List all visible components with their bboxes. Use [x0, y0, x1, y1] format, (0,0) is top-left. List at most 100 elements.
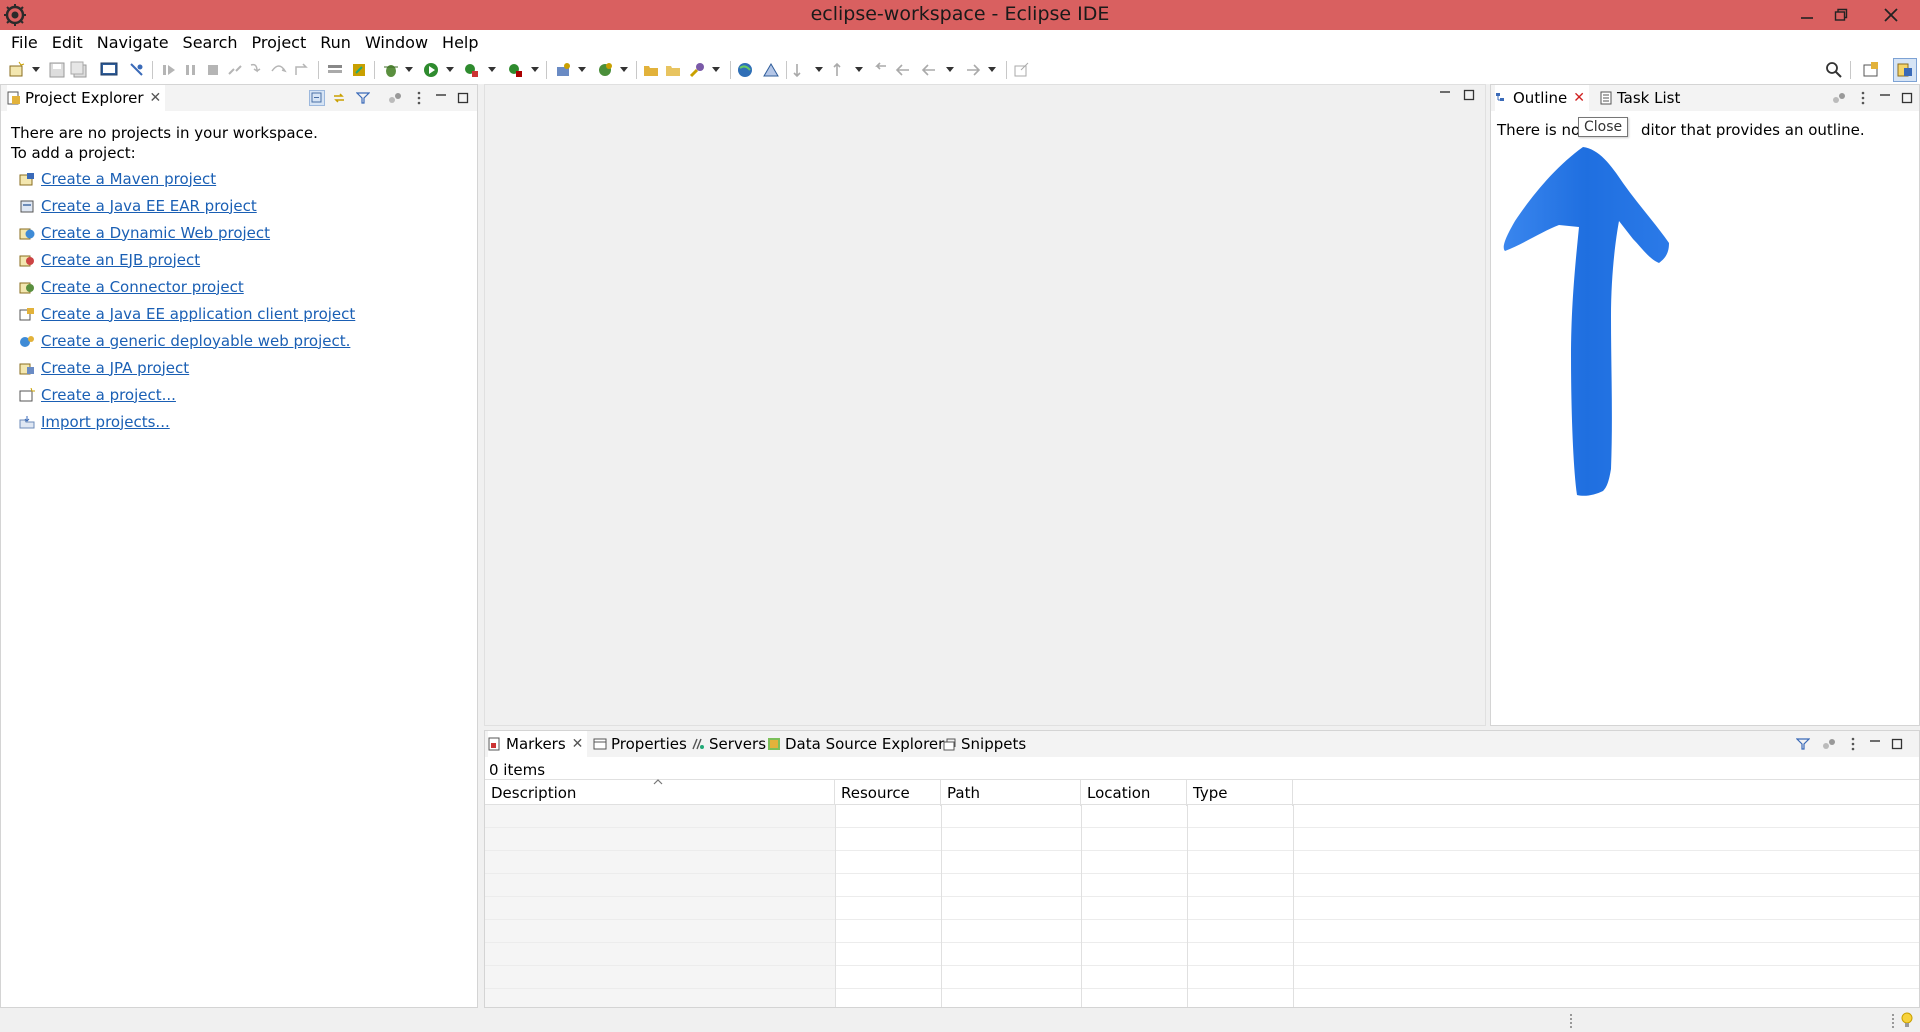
pin-editor-icon[interactable] [1012, 61, 1030, 79]
tab-markers[interactable]: Markers ✕ [488, 731, 588, 757]
focus-button[interactable] [1821, 736, 1837, 752]
create-jpa-project-link[interactable]: Create a JPA project [41, 359, 189, 377]
forward-dropdown-icon[interactable] [988, 67, 996, 72]
tab-outline[interactable]: Outline ✕ [1495, 85, 1589, 111]
new-server-icon[interactable] [554, 61, 572, 79]
terminal-icon[interactable] [100, 61, 118, 79]
open-perspective-icon[interactable] [1862, 61, 1880, 79]
run-dropdown-icon[interactable] [446, 67, 454, 72]
debug-dropdown-icon[interactable] [405, 67, 413, 72]
back-icon[interactable] [894, 61, 912, 79]
focus-button[interactable] [1831, 90, 1847, 106]
tab-snippets[interactable]: Snippets [943, 731, 1026, 757]
step-into-icon[interactable] [248, 61, 266, 79]
minimize-editor-button[interactable] [1437, 87, 1453, 103]
filter-button[interactable] [1795, 736, 1811, 752]
annotations-icon[interactable] [762, 61, 780, 79]
maximize-view-button[interactable] [1889, 736, 1905, 752]
debug-icon[interactable] [382, 61, 400, 79]
save-all-icon[interactable] [70, 61, 88, 79]
menu-help[interactable]: Help [435, 30, 485, 56]
column-resource[interactable]: Resource [835, 780, 941, 806]
search-tool-icon[interactable] [688, 61, 706, 79]
minimize-view-button[interactable] [1867, 736, 1883, 752]
create-ejb-project-link[interactable]: Create an EJB project [41, 251, 200, 269]
close-tab-icon[interactable]: ✕ [150, 90, 162, 106]
close-tab-icon[interactable]: ✕ [572, 736, 584, 752]
open-folder-icon[interactable] [664, 61, 682, 79]
resume-icon[interactable] [160, 61, 178, 79]
close-tab-icon[interactable]: ✕ [1573, 90, 1585, 106]
close-window-button[interactable] [1870, 0, 1912, 30]
create-project-link[interactable]: Create a project... [41, 386, 176, 404]
new-class-icon[interactable] [596, 61, 614, 79]
step-return-icon[interactable] [292, 61, 310, 79]
previous-annotation-dropdown-icon[interactable] [855, 67, 863, 72]
next-annotation-icon[interactable] [792, 61, 810, 79]
external-tools-dropdown-icon[interactable] [531, 67, 539, 72]
search-dropdown-icon[interactable] [712, 67, 720, 72]
tab-project-explorer[interactable]: Project Explorer ✕ [7, 85, 166, 111]
column-location[interactable]: Location [1081, 780, 1187, 806]
back-history-icon[interactable] [920, 61, 938, 79]
lightbulb-icon[interactable] [1900, 1011, 1914, 1029]
new-server-dropdown-icon[interactable] [578, 67, 586, 72]
open-type-icon[interactable] [642, 61, 660, 79]
focus-button[interactable] [387, 90, 403, 106]
minimize-view-button[interactable] [1877, 90, 1893, 106]
back-dropdown-icon[interactable] [946, 67, 954, 72]
suspend-icon[interactable] [182, 61, 200, 79]
search-icon[interactable] [1825, 61, 1843, 79]
create-connector-project-link[interactable]: Create a Connector project [41, 278, 244, 296]
run-icon[interactable] [422, 61, 440, 79]
filter-button[interactable] [355, 90, 371, 106]
create-ear-project-link[interactable]: Create a Java EE EAR project [41, 197, 257, 215]
tab-task-list[interactable]: Task List [1599, 85, 1680, 111]
view-menu-button[interactable] [1855, 90, 1871, 106]
collapse-all-button[interactable] [309, 90, 325, 106]
maximize-view-button[interactable] [455, 90, 471, 106]
new-icon[interactable] [8, 61, 26, 79]
create-generic-web-project-link[interactable]: Create a generic deployable web project. [41, 332, 350, 350]
new-dropdown-icon[interactable] [32, 67, 40, 72]
menu-edit[interactable]: Edit [45, 30, 90, 56]
create-maven-project-link[interactable]: Create a Maven project [41, 170, 216, 188]
new-class-dropdown-icon[interactable] [620, 67, 628, 72]
next-annotation-dropdown-icon[interactable] [815, 67, 823, 72]
import-projects-link[interactable]: Import projects... [41, 413, 170, 431]
java-ee-perspective-button[interactable] [1893, 58, 1917, 82]
tab-properties[interactable]: Properties [593, 731, 687, 757]
column-type[interactable]: Type [1187, 780, 1293, 806]
create-app-client-project-link[interactable]: Create a Java EE application client proj… [41, 305, 355, 323]
tab-servers[interactable]: Servers [691, 731, 766, 757]
coverage-dropdown-icon[interactable] [488, 67, 496, 72]
link-with-editor-button[interactable] [331, 90, 347, 106]
maximize-view-button[interactable] [1899, 90, 1915, 106]
menu-file[interactable]: File [4, 30, 45, 56]
view-menu-button[interactable] [1845, 736, 1861, 752]
save-icon[interactable] [48, 61, 66, 79]
minimize-button[interactable] [1790, 0, 1824, 30]
maximize-editor-button[interactable] [1461, 87, 1477, 103]
tab-data-source-explorer[interactable]: Data Source Explorer [767, 731, 944, 757]
menu-run[interactable]: Run [313, 30, 358, 56]
menu-window[interactable]: Window [358, 30, 435, 56]
menu-navigate[interactable]: Navigate [90, 30, 176, 56]
step-over-icon[interactable] [270, 61, 288, 79]
skip-breakpoints-icon[interactable] [128, 61, 146, 79]
menu-search[interactable]: Search [176, 30, 245, 56]
external-tools-icon[interactable] [506, 61, 524, 79]
menu-project[interactable]: Project [245, 30, 314, 56]
column-path[interactable]: Path [941, 780, 1081, 806]
last-edit-location-icon[interactable] [872, 61, 890, 79]
disconnect-icon[interactable] [226, 61, 244, 79]
servers-icon[interactable] [350, 61, 368, 79]
forward-icon[interactable] [964, 61, 982, 79]
open-console-icon[interactable] [326, 61, 344, 79]
terminate-icon[interactable] [204, 61, 222, 79]
previous-annotation-icon[interactable] [832, 61, 850, 79]
coverage-icon[interactable] [462, 61, 480, 79]
create-dynamic-web-project-link[interactable]: Create a Dynamic Web project [41, 224, 270, 242]
web-browser-icon[interactable] [736, 61, 754, 79]
maximize-button[interactable] [1824, 0, 1858, 30]
